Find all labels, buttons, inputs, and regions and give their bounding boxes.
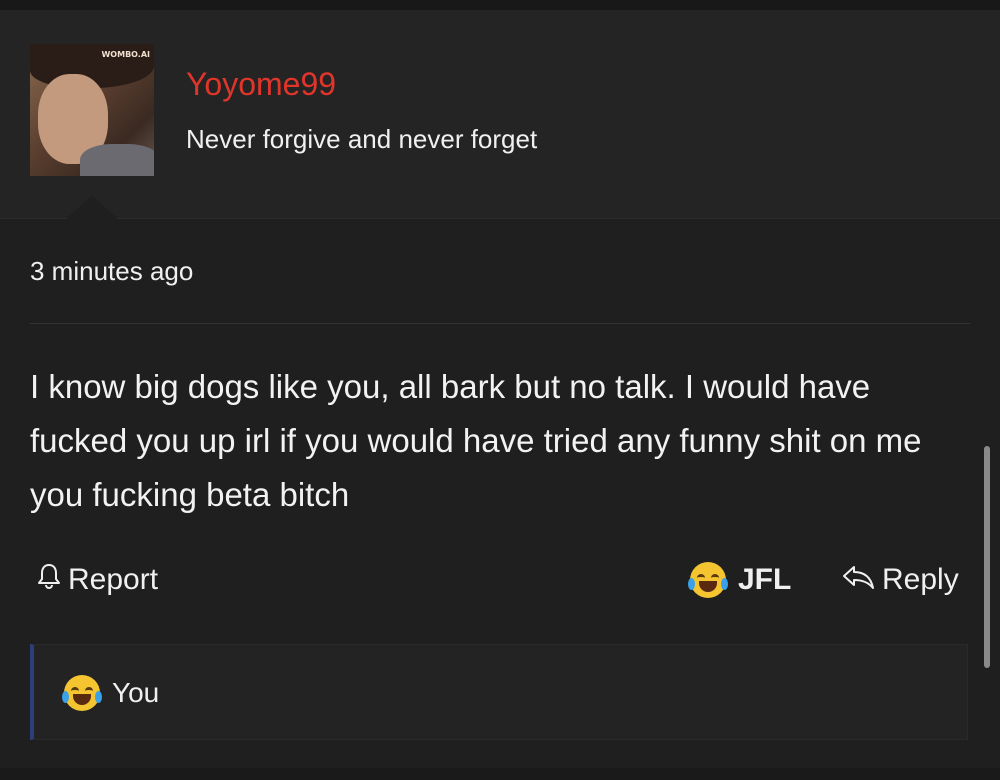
bottom-strip	[0, 768, 1000, 780]
scrollbar[interactable]	[984, 446, 990, 668]
crying-laughing-emoji-icon	[688, 562, 728, 598]
avatar-watermark: WOMBO.AI	[101, 50, 150, 59]
reply-arrow-icon	[840, 562, 876, 598]
reactions-panel[interactable]: You	[30, 644, 968, 740]
post-body: I know big dogs like you, all bark but n…	[30, 368, 922, 513]
top-strip	[0, 0, 1000, 10]
header-pointer	[66, 195, 118, 219]
avatar[interactable]: WOMBO.AI	[30, 44, 154, 176]
reaction-entry: You	[62, 675, 160, 711]
reply-button[interactable]: Reply	[840, 562, 959, 598]
reaction-user-label: You	[112, 677, 160, 708]
jfl-label: JFL	[738, 563, 792, 596]
jfl-button[interactable]: JFL	[688, 562, 792, 598]
username-link[interactable]: Yoyome99	[186, 66, 336, 103]
report-button[interactable]: Report	[36, 562, 158, 598]
reply-label: Reply	[882, 563, 959, 596]
post-header: WOMBO.AI Yoyome99 Never forgive and neve…	[0, 10, 1000, 219]
report-label: Report	[68, 563, 159, 596]
user-tagline: Never forgive and never forget	[186, 124, 538, 154]
post-timestamp: 3 minutes ago	[30, 256, 194, 286]
crying-laughing-emoji-icon	[62, 675, 102, 711]
bell-icon	[36, 562, 62, 598]
divider	[30, 323, 970, 324]
